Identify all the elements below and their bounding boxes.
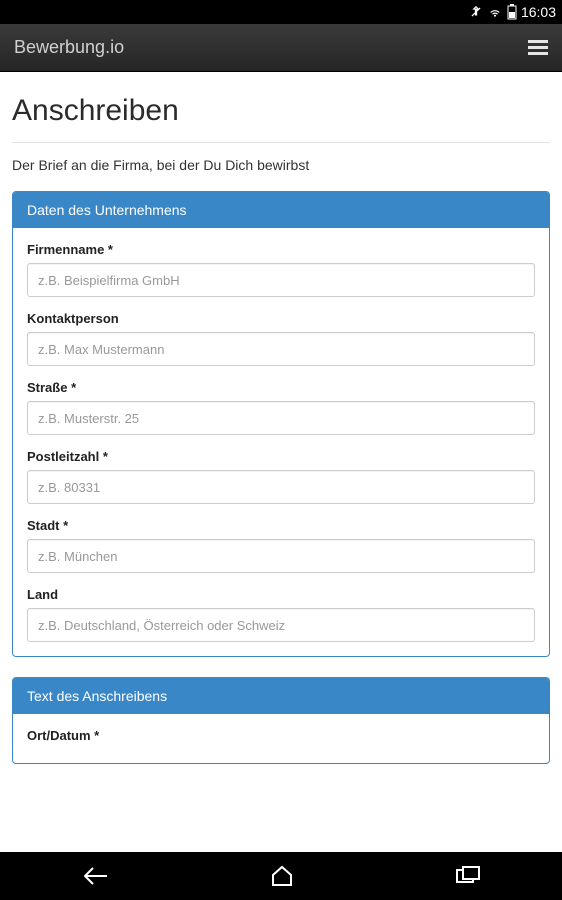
wifi-icon [487, 5, 503, 19]
strasse-input[interactable] [27, 401, 535, 435]
mute-icon [469, 5, 483, 19]
home-icon[interactable] [270, 865, 294, 887]
ortdatum-label: Ort/Datum * [27, 728, 535, 743]
stadt-label: Stadt * [27, 518, 535, 533]
menu-icon[interactable] [528, 40, 548, 55]
content-area: Anschreiben Der Brief an die Firma, bei … [0, 72, 562, 852]
recents-icon[interactable] [455, 866, 481, 886]
firmenname-input[interactable] [27, 263, 535, 297]
company-panel-header: Daten des Unternehmens [13, 192, 549, 228]
battery-icon [507, 4, 517, 20]
strasse-label: Straße * [27, 380, 535, 395]
postleitzahl-input[interactable] [27, 470, 535, 504]
kontaktperson-input[interactable] [27, 332, 535, 366]
divider [12, 142, 550, 143]
text-panel: Text des Anschreibens Ort/Datum * [12, 677, 550, 764]
android-nav-bar [0, 852, 562, 900]
app-title: Bewerbung.io [14, 37, 124, 58]
stadt-input[interactable] [27, 539, 535, 573]
kontaktperson-label: Kontaktperson [27, 311, 535, 326]
company-panel: Daten des Unternehmens Firmenname * Kont… [12, 191, 550, 657]
page-heading: Anschreiben [12, 94, 550, 128]
postleitzahl-label: Postleitzahl * [27, 449, 535, 464]
text-panel-header: Text des Anschreibens [13, 678, 549, 714]
firmenname-label: Firmenname * [27, 242, 535, 257]
back-icon[interactable] [81, 865, 109, 887]
app-header: Bewerbung.io [0, 24, 562, 72]
land-input[interactable] [27, 608, 535, 642]
land-label: Land [27, 587, 535, 602]
status-time: 16:03 [521, 4, 556, 20]
page-subtitle: Der Brief an die Firma, bei der Du Dich … [12, 157, 550, 173]
status-bar: 16:03 [0, 0, 562, 24]
